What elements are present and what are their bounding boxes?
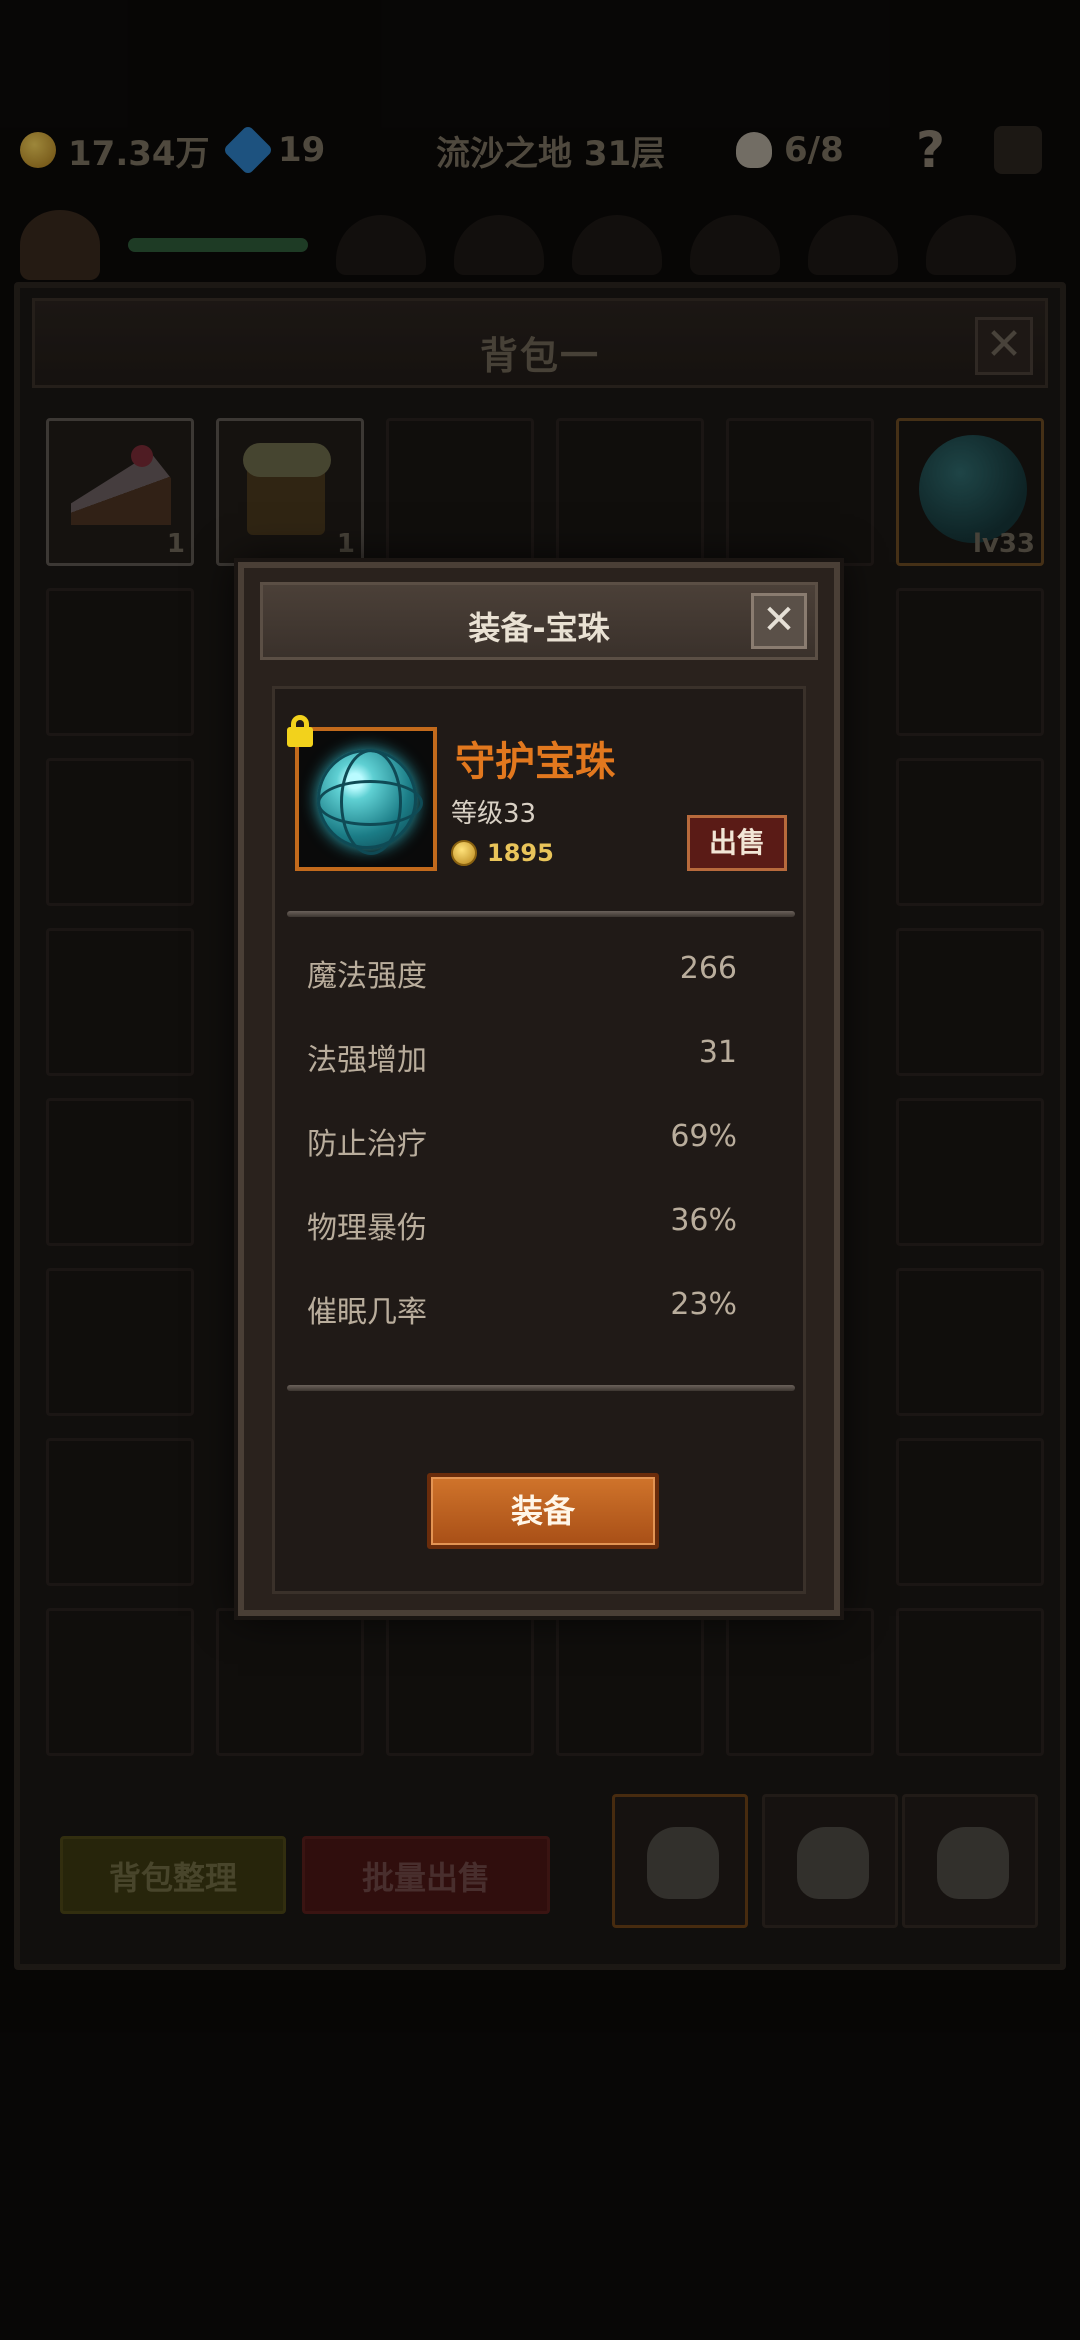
price-value: 1895 <box>487 839 554 867</box>
equip-button[interactable]: 装备 <box>427 1473 659 1549</box>
stats-list: 魔法强度 266 法强增加 31 防止治疗 69% 物理暴伤 36% 催眠几率 … <box>307 951 737 1371</box>
lock-icon[interactable] <box>285 715 315 747</box>
stat-name: 魔法强度 <box>307 959 427 994</box>
stat-name: 物理暴伤 <box>307 1211 427 1246</box>
item-name: 守护宝珠 <box>455 739 615 785</box>
stat-value: 266 <box>679 951 737 986</box>
stat-value: 36% <box>670 1203 737 1238</box>
divider <box>287 1385 795 1391</box>
dialog-header: 装备-宝珠 ✕ <box>260 582 818 660</box>
coin-icon <box>451 840 477 866</box>
lock-body <box>287 727 313 747</box>
stat-row: 物理暴伤 36% <box>307 1203 737 1287</box>
item-detail-dialog: 装备-宝珠 ✕ 守护宝珠 等级33 1895 出售 魔法强度 266 法强增加 <box>238 562 840 1616</box>
stat-row: 防止治疗 69% <box>307 1119 737 1203</box>
dialog-close-button[interactable]: ✕ <box>751 593 807 649</box>
dialog-body: 守护宝珠 等级33 1895 出售 魔法强度 266 法强增加 31 防止治疗 … <box>272 686 806 1594</box>
stat-row: 法强增加 31 <box>307 1035 737 1119</box>
item-icon-frame <box>287 715 437 871</box>
stat-name: 防止治疗 <box>307 1127 427 1162</box>
stat-value: 31 <box>698 1035 737 1070</box>
stat-value: 23% <box>670 1287 737 1322</box>
stat-row: 催眠几率 23% <box>307 1287 737 1371</box>
item-level: 等级33 <box>451 799 537 829</box>
stat-row: 魔法强度 266 <box>307 951 737 1035</box>
orb-pattern <box>317 749 423 855</box>
stat-name: 催眠几率 <box>307 1295 427 1330</box>
item-price: 1895 <box>451 839 554 867</box>
dialog-title: 装备-宝珠 <box>468 609 610 647</box>
stat-name: 法强增加 <box>307 1043 427 1078</box>
sell-button[interactable]: 出售 <box>687 815 787 871</box>
stat-value: 69% <box>670 1119 737 1154</box>
divider <box>287 911 795 917</box>
